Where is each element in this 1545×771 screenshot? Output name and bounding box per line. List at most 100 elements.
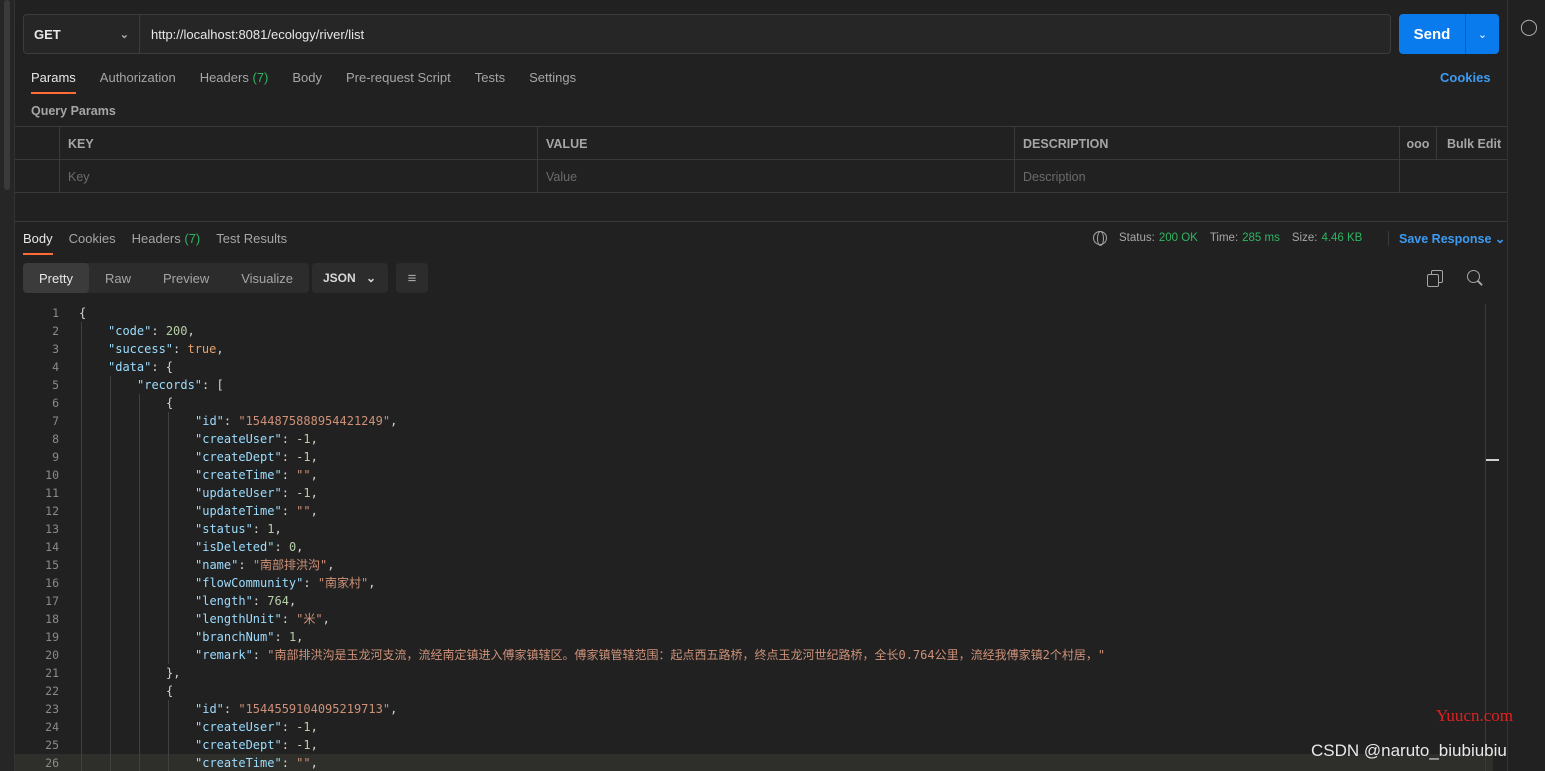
- format-tab-preview[interactable]: Preview: [147, 263, 225, 293]
- code-line: 25 "createDept": -1,: [15, 736, 1493, 754]
- code-token: 200: [165, 324, 188, 338]
- code-line: 2 "code": 200,: [15, 322, 1493, 340]
- format-tab-raw[interactable]: Raw: [89, 263, 147, 293]
- tab-pre-request-script[interactable]: Pre-request Script: [346, 62, 451, 94]
- code-text: "createTime": "",: [195, 466, 318, 484]
- response-tab-cookies[interactable]: Cookies: [69, 223, 116, 255]
- response-tab-headers[interactable]: Headers (7): [132, 223, 201, 255]
- indent-guide: [110, 448, 111, 466]
- url-input[interactable]: http://localhost:8081/ecology/river/list: [140, 15, 1390, 53]
- save-response-button[interactable]: Save Response ⌄: [1388, 231, 1505, 246]
- method-select[interactable]: GET ⌄: [24, 15, 140, 53]
- code-line: 15 "name": "南部排洪沟",: [15, 556, 1493, 574]
- tab-tests[interactable]: Tests: [475, 62, 505, 94]
- code-line: 20 "remark": "南部排洪沟是玉龙河支流，流经南定镇进入傅家镇辖区。傅家…: [15, 646, 1493, 664]
- indent-guide: [81, 466, 82, 484]
- lightbulb-icon[interactable]: ◯: [1519, 18, 1539, 38]
- indent-guide: [139, 574, 140, 592]
- indent-guide: [110, 502, 111, 520]
- indent-guide: [139, 664, 140, 682]
- request-tabs: Params Authorization Headers (7) Body Pre-re…: [31, 62, 600, 94]
- row-checkbox[interactable]: [15, 160, 60, 193]
- response-body-editor[interactable]: 1{2 "code": 200, 3 "success": true, 4 "data":…: [15, 304, 1493, 771]
- code-text: "createUser": -1,: [195, 430, 318, 448]
- format-tab-pretty[interactable]: Pretty: [23, 263, 89, 293]
- indent-guide: [139, 646, 140, 664]
- code-token: : [: [202, 378, 224, 392]
- code-text: {: [79, 304, 86, 322]
- bulk-edit-button[interactable]: Bulk Edit: [1437, 127, 1507, 160]
- wrap-lines-icon[interactable]: ≡: [396, 263, 428, 293]
- indent-guide: [168, 538, 169, 556]
- code-token: "米": [296, 612, 323, 626]
- indent-guide: [139, 412, 140, 430]
- tab-label: Params: [31, 70, 76, 85]
- indent-guide: [168, 448, 169, 466]
- tab-body[interactable]: Body: [292, 62, 322, 94]
- code-token: "": [296, 756, 311, 770]
- indent-guide: [168, 502, 169, 520]
- code-token: "success": [108, 342, 174, 356]
- code-token: :: [223, 702, 239, 716]
- time-value[interactable]: 285 ms: [1242, 232, 1280, 244]
- code-text: "remark": "南部排洪沟是玉龙河支流，流经南定镇进入傅家镇辖区。傅家镇管…: [195, 646, 1105, 664]
- indent-guide: [81, 646, 82, 664]
- indent-guide: [81, 718, 82, 736]
- globe-icon[interactable]: [1093, 231, 1107, 246]
- code-token: :: [252, 522, 268, 536]
- copy-icon[interactable]: [1427, 270, 1443, 287]
- code-token: ,: [310, 450, 318, 464]
- code-line: 3 "success": true,: [15, 340, 1493, 358]
- code-line: 18 "lengthUnit": "米",: [15, 610, 1493, 628]
- code-text: "createUser": -1,: [195, 718, 318, 736]
- value-input[interactable]: Value: [538, 160, 1015, 193]
- tab-params[interactable]: Params: [31, 62, 76, 94]
- language-select[interactable]: JSON ⌄: [312, 263, 388, 293]
- key-input[interactable]: Key: [60, 160, 538, 193]
- code-line: 22 {: [15, 682, 1493, 700]
- code-token: "code": [108, 324, 152, 338]
- cookies-link[interactable]: Cookies: [1440, 70, 1491, 85]
- response-tab-test-results[interactable]: Test Results: [216, 223, 287, 255]
- description-column-header: DESCRIPTION: [1015, 127, 1400, 160]
- chevron-down-icon: ⌄: [119, 28, 129, 41]
- code-token: ,: [274, 522, 282, 536]
- code-token: :: [303, 576, 318, 590]
- editor-scrollbar[interactable]: [1485, 304, 1486, 771]
- status-value[interactable]: 200 OK: [1159, 232, 1198, 244]
- code-token: ,: [322, 612, 330, 626]
- code-token: "南部排洪沟": [252, 558, 328, 572]
- left-scrollbar[interactable]: [4, 0, 10, 190]
- scroll-position-marker[interactable]: [1486, 459, 1499, 461]
- chevron-down-icon[interactable]: ⌄: [1466, 14, 1499, 54]
- code-line: 5 "records": [: [15, 376, 1493, 394]
- size-value[interactable]: 4.46 KB: [1321, 232, 1362, 244]
- code-token: "createDept": [195, 738, 282, 752]
- code-text: "data": {: [108, 358, 173, 376]
- tab-authorization[interactable]: Authorization: [100, 62, 176, 94]
- description-input[interactable]: Description: [1015, 160, 1400, 193]
- tab-label: Headers: [131, 231, 181, 246]
- response-tab-body[interactable]: Body: [23, 223, 53, 255]
- code-line: 16 "flowCommunity": "南家村",: [15, 574, 1493, 592]
- pane-divider[interactable]: [15, 221, 1507, 222]
- chevron-down-icon: ⌄: [365, 271, 376, 285]
- line-number: 23: [45, 702, 59, 716]
- line-number: 15: [45, 558, 59, 572]
- code-token: ,: [296, 540, 304, 554]
- send-button[interactable]: Send ⌄: [1399, 14, 1499, 54]
- indent-guide: [168, 574, 169, 592]
- code-text: "createDept": -1,: [195, 736, 318, 754]
- query-params-table: KEY VALUE DESCRIPTION ooo Bulk Edit Key …: [15, 126, 1507, 193]
- indent-guide: [110, 430, 111, 448]
- format-tab-visualize[interactable]: Visualize: [225, 263, 309, 293]
- line-number: 3: [52, 342, 59, 356]
- tab-count-badge: (7): [252, 70, 269, 85]
- more-options-icon[interactable]: ooo: [1400, 127, 1437, 160]
- tab-settings[interactable]: Settings: [529, 62, 576, 94]
- code-line: 7 "id": "1544875888954421249",: [15, 412, 1493, 430]
- tab-headers[interactable]: Headers (7): [200, 62, 269, 94]
- indent-guide: [81, 394, 82, 412]
- search-icon[interactable]: [1467, 270, 1483, 286]
- indent-guide: [139, 502, 140, 520]
